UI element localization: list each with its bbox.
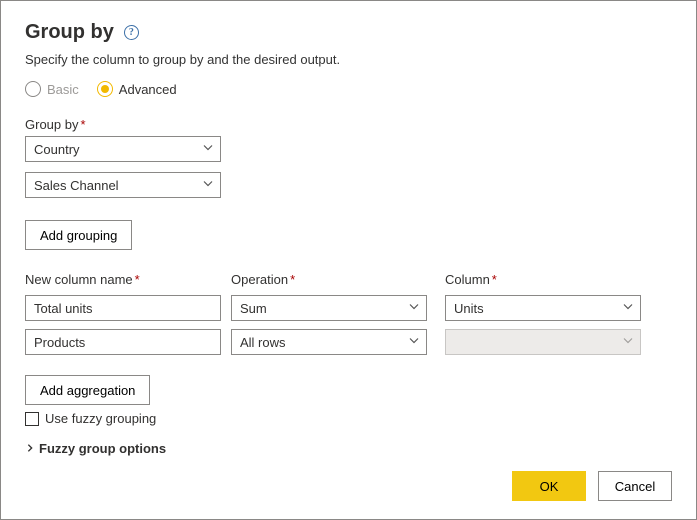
fuzzy-options-expander[interactable]: Fuzzy group options xyxy=(25,441,166,456)
groupby-select-1[interactable]: Sales Channel xyxy=(25,172,221,198)
mode-radio-group: Basic Advanced xyxy=(25,81,672,97)
chevron-down-icon xyxy=(408,301,420,316)
fuzzy-grouping-checkbox[interactable]: Use fuzzy grouping xyxy=(25,411,156,426)
checkbox-icon xyxy=(25,412,39,426)
agg-column-select-disabled xyxy=(445,329,641,355)
dialog-subtitle: Specify the column to group by and the d… xyxy=(25,52,672,67)
ok-button[interactable]: OK xyxy=(512,471,586,501)
add-grouping-button[interactable]: Add grouping xyxy=(25,220,132,250)
groupby-label: Group by* xyxy=(25,117,672,132)
chevron-down-icon xyxy=(202,142,214,157)
agg-name-input[interactable]: Total units xyxy=(25,295,221,321)
header-operation: Operation xyxy=(231,272,288,287)
group-by-dialog: Group by ? Specify the column to group b… xyxy=(0,0,697,520)
chevron-down-icon xyxy=(622,335,634,350)
agg-operation-select[interactable]: Sum xyxy=(231,295,427,321)
header-name: New column name xyxy=(25,272,133,287)
chevron-right-icon xyxy=(25,441,35,456)
dialog-title: Group by xyxy=(25,21,114,44)
radio-icon xyxy=(25,81,41,97)
fuzzy-grouping-label: Use fuzzy grouping xyxy=(45,411,156,426)
mode-advanced-radio[interactable]: Advanced xyxy=(97,81,177,97)
agg-column-select[interactable]: Units xyxy=(445,295,641,321)
chevron-down-icon xyxy=(622,301,634,316)
mode-basic-label: Basic xyxy=(47,82,79,97)
dialog-footer: OK Cancel xyxy=(512,471,672,501)
radio-icon xyxy=(97,81,113,97)
groupby-select-value: Sales Channel xyxy=(34,178,119,193)
agg-name-input[interactable]: Products xyxy=(25,329,221,355)
agg-operation-select[interactable]: All rows xyxy=(231,329,427,355)
add-aggregation-button[interactable]: Add aggregation xyxy=(25,375,150,405)
chevron-down-icon xyxy=(408,335,420,350)
aggregation-row: Total units Sum Units xyxy=(25,295,672,321)
groupby-select-0[interactable]: Country xyxy=(25,136,221,162)
fuzzy-options-label: Fuzzy group options xyxy=(39,441,166,456)
help-icon[interactable]: ? xyxy=(124,25,139,40)
groupby-select-value: Country xyxy=(34,142,80,157)
mode-advanced-label: Advanced xyxy=(119,82,177,97)
header-column: Column xyxy=(445,272,490,287)
aggregation-row: Products All rows xyxy=(25,329,672,355)
mode-basic-radio[interactable]: Basic xyxy=(25,81,79,97)
cancel-button[interactable]: Cancel xyxy=(598,471,672,501)
chevron-down-icon xyxy=(202,178,214,193)
aggregation-headers: New column name* Operation* Column* xyxy=(25,272,672,291)
